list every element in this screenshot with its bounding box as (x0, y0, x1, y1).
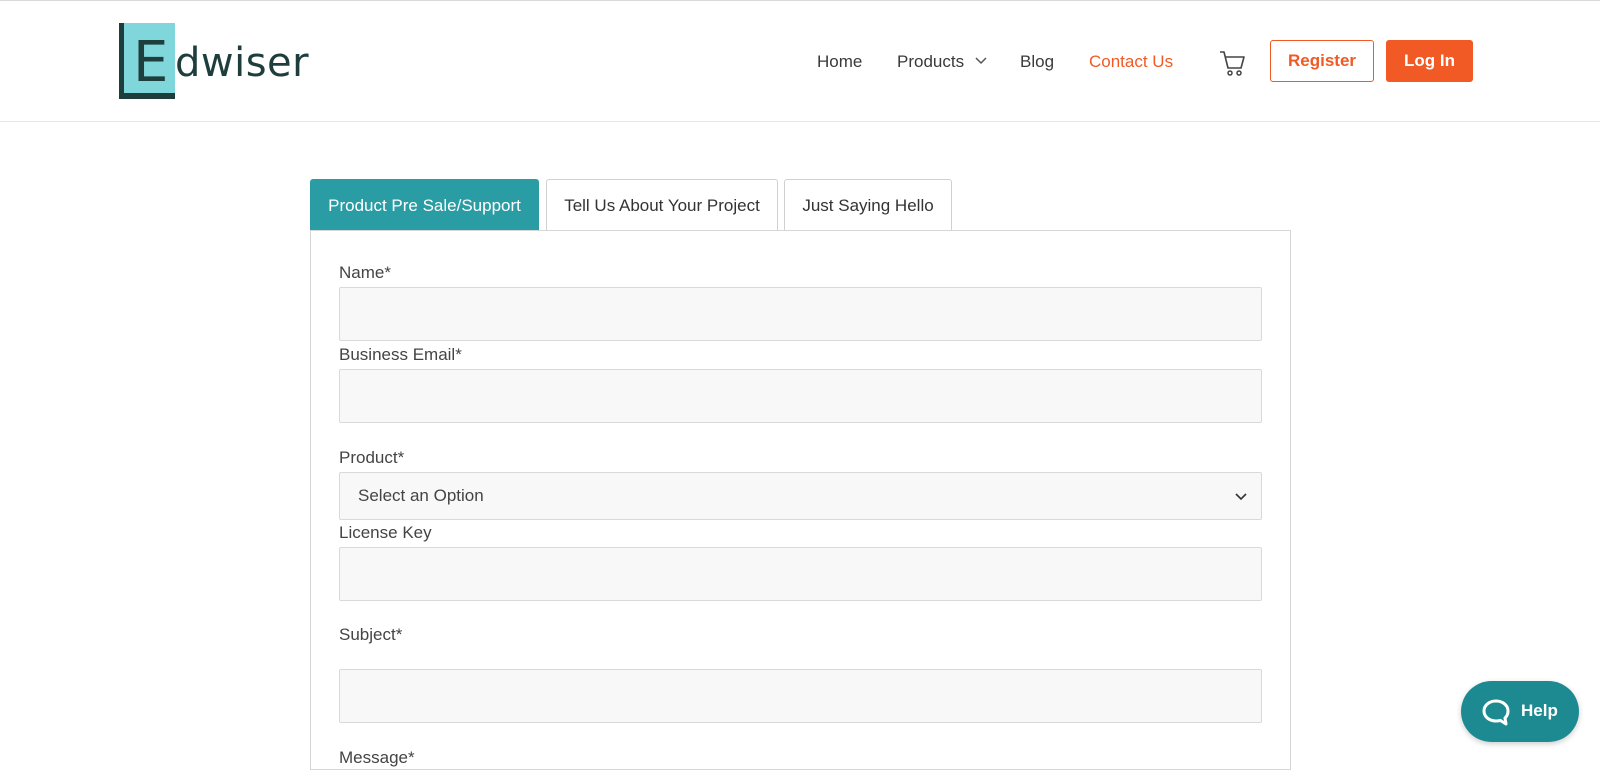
chevron-down-icon (1235, 493, 1247, 501)
business-email-label: Business Email* (339, 345, 462, 364)
nav-home[interactable]: Home (817, 51, 862, 73)
business-email-field[interactable] (339, 369, 1262, 423)
subject-field[interactable] (339, 669, 1262, 723)
login-button[interactable]: Log In (1386, 40, 1473, 82)
tab-tell-us-about-project[interactable]: Tell Us About Your Project (546, 179, 778, 231)
chevron-down-icon[interactable] (975, 57, 987, 65)
message-label: Message* (339, 748, 415, 767)
product-select[interactable]: Select an Option (339, 472, 1262, 520)
license-key-label: License Key (339, 523, 432, 542)
help-button[interactable]: Help (1461, 681, 1579, 742)
product-label: Product* (339, 448, 405, 467)
register-button[interactable]: Register (1270, 40, 1374, 82)
product-select-value: Select an Option (358, 486, 484, 505)
chat-bubble-icon (1482, 699, 1510, 726)
tab-product-pre-sale-support[interactable]: Product Pre Sale/Support (310, 179, 539, 231)
tab-just-saying-hello[interactable]: Just Saying Hello (784, 179, 952, 231)
nav-contact[interactable]: Contact Us (1089, 51, 1173, 73)
main-nav: Home Products Blog Contact Us Register L… (0, 1, 1600, 121)
license-key-field[interactable] (339, 547, 1262, 601)
nav-blog[interactable]: Blog (1020, 51, 1054, 73)
site-header: E dwiser Home Products Blog Contact Us R… (0, 1, 1600, 122)
name-field[interactable] (339, 287, 1262, 341)
name-label: Name* (339, 263, 391, 282)
nav-products[interactable]: Products (897, 51, 964, 73)
help-label: Help (1521, 701, 1558, 720)
cart-icon[interactable] (1219, 49, 1245, 77)
subject-label: Subject* (339, 625, 403, 644)
